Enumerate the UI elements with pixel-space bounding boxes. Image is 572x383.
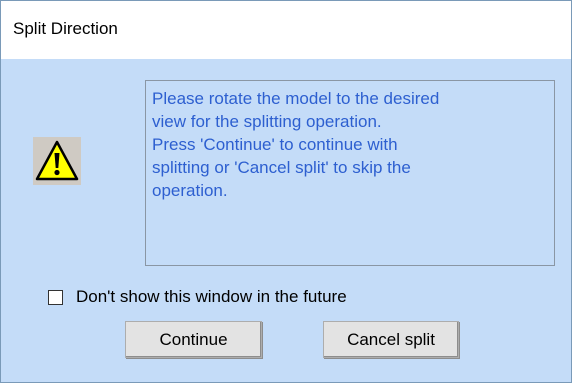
dialog-title: Split Direction xyxy=(13,19,118,38)
split-direction-dialog: Split Direction Please rotate the model … xyxy=(0,0,572,383)
message-line: Press 'Continue' to continue with xyxy=(152,135,398,154)
continue-button[interactable]: Continue xyxy=(125,321,262,358)
warning-icon xyxy=(33,137,81,185)
message-line: splitting or 'Cancel split' to skip the xyxy=(152,158,411,177)
dont-show-again-label[interactable]: Don't show this window in the future xyxy=(76,287,347,307)
dont-show-again-row[interactable]: Don't show this window in the future xyxy=(48,287,347,307)
message-line: Please rotate the model to the desired xyxy=(152,89,440,108)
message-line: view for the splitting operation. xyxy=(152,112,382,131)
message-box: Please rotate the model to the desired v… xyxy=(145,80,555,266)
message-line: operation. xyxy=(152,181,228,200)
title-bar[interactable]: Split Direction xyxy=(1,1,571,59)
cancel-split-button[interactable]: Cancel split xyxy=(323,321,459,358)
dont-show-again-checkbox[interactable] xyxy=(48,289,63,305)
